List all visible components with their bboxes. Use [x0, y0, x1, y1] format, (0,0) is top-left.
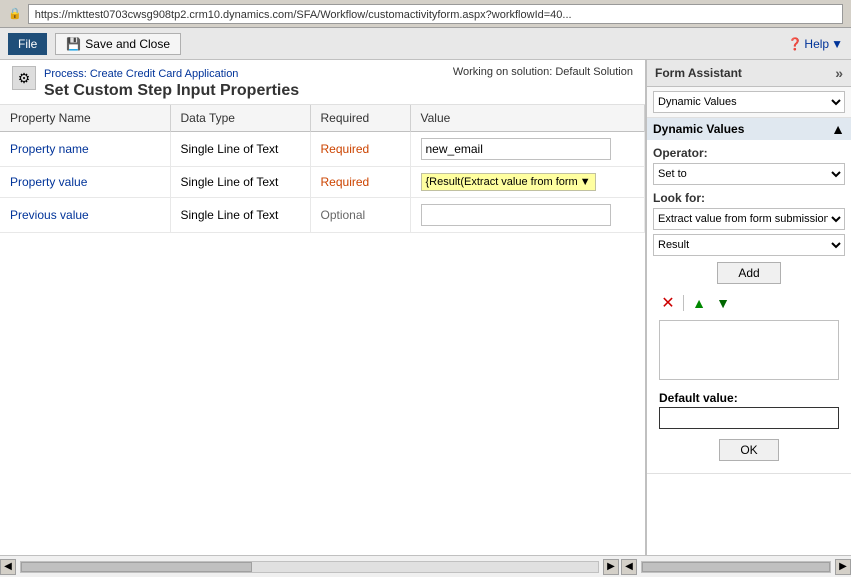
required-cell-1: Required — [310, 167, 410, 198]
right-panel-scroll-right[interactable]: ▶ — [835, 559, 851, 575]
help-button[interactable]: ❓ Help ▼ — [787, 37, 843, 51]
browser-bar: 🔒 https://mkttest0703cwsg908tp2.crm10.dy… — [0, 0, 851, 28]
value-input-2[interactable] — [421, 204, 611, 226]
look-for-label: Look for: — [653, 191, 845, 205]
page-title: Set Custom Step Input Properties — [44, 82, 299, 100]
col-header-property-name: Property Name — [0, 105, 170, 132]
data-type-cell-2: Single Line of Text — [170, 198, 310, 233]
dynamic-values-title: Dynamic Values — [653, 122, 744, 136]
property-name-link[interactable]: Property name — [10, 142, 89, 156]
data-type-cell-1: Single Line of Text — [170, 167, 310, 198]
help-label: Help — [804, 37, 829, 51]
property-name-cell: Property name — [0, 132, 170, 167]
default-value-label: Default value: — [653, 387, 845, 407]
operator-select[interactable]: Set to — [653, 163, 845, 185]
right-scrollbar-thumb — [642, 562, 830, 572]
col-header-data-type: Data Type — [170, 105, 310, 132]
help-dropdown-icon: ▼ — [831, 37, 843, 51]
url-bar[interactable]: https://mkttest0703cwsg908tp2.crm10.dyna… — [28, 4, 843, 24]
actions-divider — [683, 295, 684, 311]
scrollbar-track[interactable] — [20, 561, 599, 573]
form-assistant-header: Form Assistant » — [647, 60, 851, 87]
file-button[interactable]: File — [8, 33, 47, 55]
required-cell-2: Optional — [310, 198, 410, 233]
col-header-value: Value — [410, 105, 645, 132]
scrollbar-thumb — [21, 562, 252, 572]
value-input-0[interactable] — [421, 138, 611, 160]
left-panel: ⚙ Process: Create Credit Card Applicatio… — [0, 60, 646, 555]
property-value-link[interactable]: Property value — [10, 175, 87, 189]
process-link[interactable]: Process: Create Credit Card Application — [44, 66, 299, 80]
data-type-cell-0: Single Line of Text — [170, 132, 310, 167]
required-badge-0: Required — [321, 142, 370, 156]
required-badge-1: Required — [321, 175, 370, 189]
toolbar: File 💾 Save and Close ❓ Help ▼ — [0, 28, 851, 60]
header-text: Process: Create Credit Card Application … — [44, 66, 299, 100]
dynamic-value-dropdown-icon: ▼ — [580, 176, 591, 188]
scroll-left-arrow[interactable]: ◀ — [0, 559, 16, 575]
dynamic-value-text: {Result(Extract value from form — [426, 176, 578, 188]
optional-badge-2: Optional — [321, 208, 366, 222]
property-name-cell-1: Property value — [0, 167, 170, 198]
expand-icon[interactable]: » — [835, 65, 843, 81]
save-icon: 💾 — [66, 37, 81, 51]
property-name-cell-2: Previous value — [0, 198, 170, 233]
value-cell-1: {Result(Extract value from form ▼ — [410, 167, 645, 198]
solution-text: Working on solution: Default Solution — [453, 66, 633, 78]
default-value-input[interactable] — [659, 407, 839, 429]
form-assistant-dropdown[interactable]: Dynamic Values Static Values — [653, 91, 845, 113]
table-row: Property name Single Line of Text Requir… — [0, 132, 645, 167]
values-textarea[interactable] — [659, 320, 839, 380]
form-assistant-title: Form Assistant — [655, 66, 742, 80]
header-left: ⚙ Process: Create Credit Card Applicatio… — [12, 66, 299, 100]
top-dropdown-row: Dynamic Values Static Values — [647, 87, 851, 118]
table-row: Previous value Single Line of Text Optio… — [0, 198, 645, 233]
bottom-scrollbar: ◀ ▶ ◀ ▶ — [0, 555, 851, 577]
scroll-right-arrow[interactable]: ▶ — [603, 559, 619, 575]
save-close-label: Save and Close — [85, 37, 170, 51]
right-scrollbar-track[interactable] — [641, 561, 831, 573]
move-down-icon[interactable]: ▼ — [714, 294, 732, 312]
main-content: ⚙ Process: Create Credit Card Applicatio… — [0, 60, 851, 555]
properties-table: Property Name Data Type Required Value P… — [0, 105, 645, 233]
move-up-icon[interactable]: ▲ — [690, 294, 708, 312]
section-collapse-icon[interactable]: ▲ — [831, 121, 845, 137]
page-header: ⚙ Process: Create Credit Card Applicatio… — [0, 60, 645, 105]
ok-button[interactable]: OK — [719, 439, 778, 461]
right-panel: Form Assistant » Dynamic Values Static V… — [646, 60, 851, 555]
add-button[interactable]: Add — [717, 262, 780, 284]
save-close-button[interactable]: 💾 Save and Close — [55, 33, 181, 55]
previous-value-link[interactable]: Previous value — [10, 208, 89, 222]
dynamic-values-section-header: Dynamic Values ▲ — [647, 118, 851, 140]
right-panel-scroll-left[interactable]: ◀ — [621, 559, 637, 575]
table-row: Property value Single Line of Text Requi… — [0, 167, 645, 198]
delete-icon[interactable]: ✕ — [659, 294, 677, 312]
lock-icon: 🔒 — [8, 7, 22, 20]
dynamic-values-section: Dynamic Values ▲ Operator: Set to Look f… — [647, 118, 851, 474]
required-cell-0: Required — [310, 132, 410, 167]
look-for-select[interactable]: Extract value from form submission — [653, 208, 845, 230]
value-cell-2 — [410, 198, 645, 233]
operator-label: Operator: — [653, 146, 845, 160]
value-cell-0 — [410, 132, 645, 167]
help-circle-icon: ❓ — [787, 37, 802, 51]
settings-icon: ⚙ — [12, 66, 36, 90]
actions-row: ✕ ▲ ▼ — [653, 290, 845, 316]
table-header-row: Property Name Data Type Required Value — [0, 105, 645, 132]
result-select[interactable]: Result — [653, 234, 845, 256]
dynamic-value-button[interactable]: {Result(Extract value from form ▼ — [421, 173, 596, 191]
col-header-required: Required — [310, 105, 410, 132]
